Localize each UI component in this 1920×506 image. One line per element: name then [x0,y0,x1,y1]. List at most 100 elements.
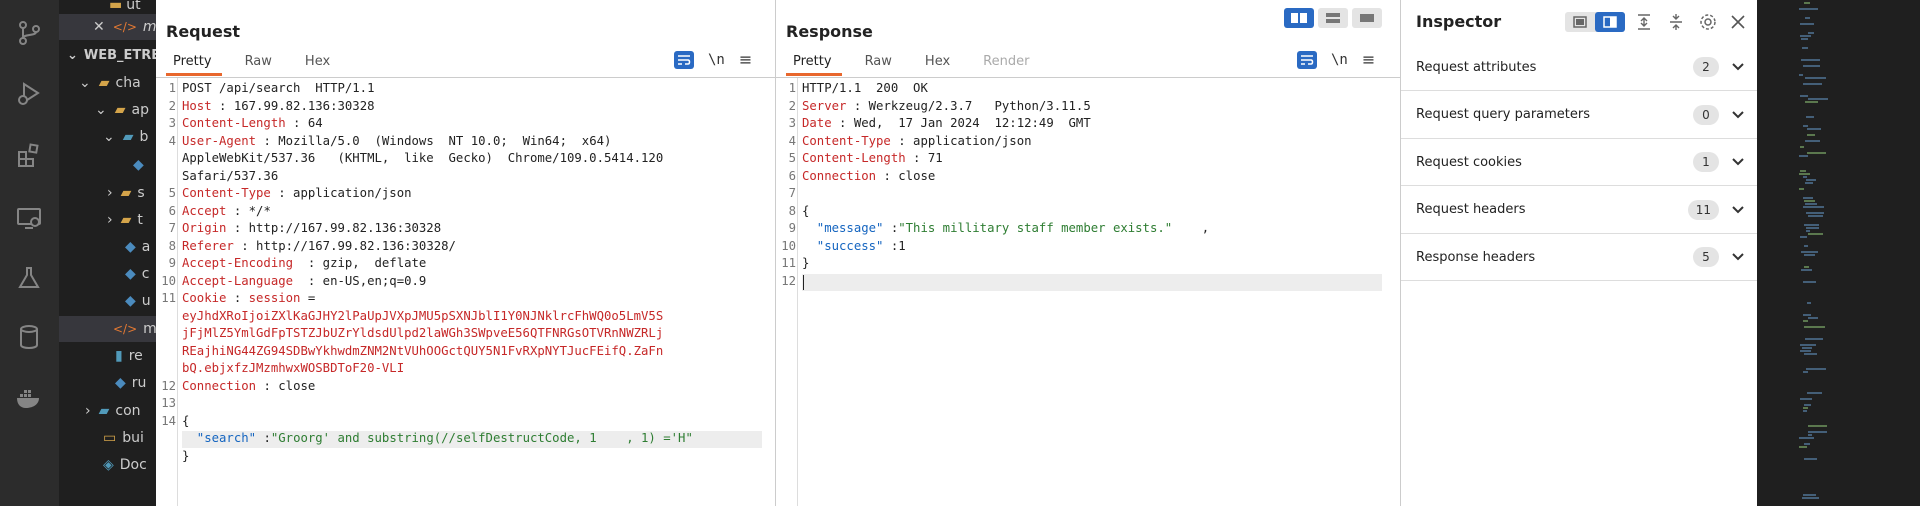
code-line[interactable]: Content-Length : 64 [182,116,323,130]
code-line[interactable]: Referer : http://167.99.82.136:30328/ [182,239,456,253]
side-panel-icon [1603,16,1617,28]
code-line[interactable]: User-Agent : Mozilla/5.0 (Windows NT 10.… [182,134,611,148]
explorer-row[interactable]: ◆ a [125,234,150,260]
tab-render[interactable]: Render [976,52,1039,76]
tab-raw[interactable]: Raw [238,52,282,76]
testing-icon[interactable] [14,263,44,293]
code-line[interactable]: Content-Type : application/json [802,134,1032,148]
code-line[interactable]: } [182,449,189,463]
tab-raw[interactable]: Raw [858,52,902,76]
run-debug-icon[interactable] [14,78,44,108]
section-label: Request headers [1416,202,1526,217]
source-control-icon[interactable] [14,18,44,48]
docker-icon[interactable] [14,383,44,413]
code-line[interactable]: Host : 167.99.82.136:30328 [182,99,375,113]
inspector-section[interactable]: Request cookies 1 [1401,139,1757,186]
code-line[interactable]: AppleWebKit/537.36 (KHTML, like Gecko) C… [182,151,663,165]
code-line[interactable]: { [182,414,189,428]
chevron-down-icon[interactable] [1731,62,1745,72]
explorer-section-header[interactable]: ⌄ WEB_ETRE [67,42,156,68]
inspector-list-layout-button[interactable] [1565,12,1595,32]
remote-explorer-icon[interactable] [14,203,44,233]
code-line[interactable]: eyJhdXRoIjoiZXlKaGJHY2lPaUpJVXpJMU5pSXNJ… [182,309,663,323]
code-line[interactable]: } [802,256,809,270]
vscode-minimap[interactable] [1757,0,1920,506]
response-editor[interactable]: 1 2 3 4 5 6 7 8 9 10 11 12 HTTP/1.1 200 OK Server : … [776,78,1400,506]
explorer-row-selected[interactable]: </> m [59,316,156,342]
layout-side-by-side-button[interactable] [1284,8,1314,28]
code-line[interactable]: Connection : close [182,379,315,393]
explorer-row[interactable]: › ▰ t [107,207,143,233]
code-line[interactable]: HTTP/1.1 200 OK [802,81,928,95]
inspector-section[interactable]: Request attributes 2 [1401,44,1757,91]
inspector-section[interactable]: Response headers 5 [1401,234,1757,281]
word-wrap-button[interactable] [674,50,694,69]
header-name: Server [802,98,847,113]
inspector-section[interactable]: Request headers 11 [1401,187,1757,234]
code-line[interactable]: bQ.ebjxfzJMzmhwxWOSBDToF20-VLI [182,361,404,375]
minimap-line [1800,350,1811,352]
header-value: : application/json [270,186,412,200]
explorer-row[interactable]: ◆ [133,152,144,178]
code-line[interactable]: REajhiNG44ZG94SDBwYkhwdmZNM2NtVUhOOGctQU… [182,344,663,358]
code-line[interactable]: Accept : */* [182,204,271,218]
explorer-row[interactable]: ◈ Doc [103,452,147,478]
code-line[interactable]: "search" :"Groorg' and substring(//selfD… [182,431,693,445]
tab-pretty[interactable]: Pretty [786,52,842,76]
code-line[interactable]: Server : Werkzeug/2.3.7 Python/3.11.5 [802,99,1091,113]
code-line[interactable]: Date : Wed, 17 Jan 2024 12:12:49 GMT [802,116,1091,130]
explorer-row[interactable]: ◆ ru [115,370,146,396]
line-gutter: 1 2 3 4 5 6 7 8 9 10 11 12 13 14 [156,78,178,506]
code-line[interactable]: Connection : close [802,169,935,183]
explorer-row[interactable]: ▮ re [115,343,143,369]
explorer-row[interactable]: ⌄ ▰ ap [95,97,149,123]
section-label: Request attributes [1416,59,1537,75]
code-line[interactable]: POST /api/search HTTP/1.1 [182,81,375,95]
menu-icon[interactable]: ≡ [739,50,752,69]
expand-all-icon[interactable] [1634,12,1654,32]
chevron-down-icon[interactable] [1731,110,1745,120]
chevron-down-icon[interactable] [1731,205,1745,215]
request-code[interactable]: POST /api/search HTTP/1.1 Host : 167.99.8… [182,78,775,506]
explorer-row[interactable]: ◆ u [125,288,151,314]
show-newlines-button[interactable]: \n [1331,52,1348,68]
layout-stacked-button[interactable] [1318,8,1348,28]
code-line[interactable]: Content-Length : 71 [802,151,943,165]
code-line[interactable]: Content-Type : application/json [182,186,412,200]
database-icon[interactable] [14,322,44,352]
tab-hex[interactable]: Hex [298,52,340,76]
code-line[interactable]: Accept-Encoding : gzip, deflate [182,256,426,270]
code-line[interactable]: Cookie : session = [182,291,315,305]
settings-gear-icon[interactable] [1698,12,1718,32]
code-line[interactable]: "success" :1 [802,239,906,253]
code-line[interactable]: jFjMlZ5YmlGdFpTSTZJbUZrYldsdUlpd2laWGh3S… [182,326,663,340]
collapse-all-icon[interactable] [1666,12,1686,32]
explorer-row[interactable]: › ▰ con [85,398,141,424]
word-wrap-button[interactable] [1297,50,1317,69]
code-line[interactable]: { [802,204,809,218]
explorer-row[interactable]: › ▰ s [107,180,145,206]
explorer-row[interactable]: ⌄ ▰ b [103,124,148,150]
code-line[interactable]: Origin : http://167.99.82.136:30328 [182,221,441,235]
request-editor[interactable]: 1 2 3 4 5 6 7 8 9 10 11 12 13 14 POST /api/search HTT… [156,78,775,506]
inspector-side-layout-button[interactable] [1595,12,1625,32]
menu-icon[interactable]: ≡ [1362,50,1375,69]
explorer-row[interactable]: ◆ c [125,261,149,287]
code-line[interactable]: Safari/537.36 [182,169,278,183]
explorer-row[interactable]: ▭ bui [103,425,144,451]
response-code[interactable]: HTTP/1.1 200 OK Server : Werkzeug/2.3.7 P… [802,78,1400,506]
show-newlines-button[interactable]: \n [708,52,725,68]
chevron-down-icon[interactable] [1731,157,1745,167]
extensions-icon[interactable] [14,140,44,170]
inspector-section[interactable]: Request query parameters 0 [1401,92,1757,139]
tab-hex[interactable]: Hex [918,52,960,76]
chevron-down-icon[interactable] [1731,252,1745,262]
close-icon[interactable] [1728,12,1748,32]
layout-tabs-button[interactable] [1352,8,1382,28]
code-line[interactable]: "message" :"This millitary staff member … [802,221,1209,235]
explorer-row-open-editor[interactable]: ✕ </> m [59,14,156,40]
explorer-row[interactable]: ⌄ ▰ cha [79,70,141,96]
code-line[interactable]: Accept-Language : en-US,en;q=0.9 [182,274,426,288]
minimap-line [1808,215,1823,217]
tab-pretty[interactable]: Pretty [166,52,222,76]
